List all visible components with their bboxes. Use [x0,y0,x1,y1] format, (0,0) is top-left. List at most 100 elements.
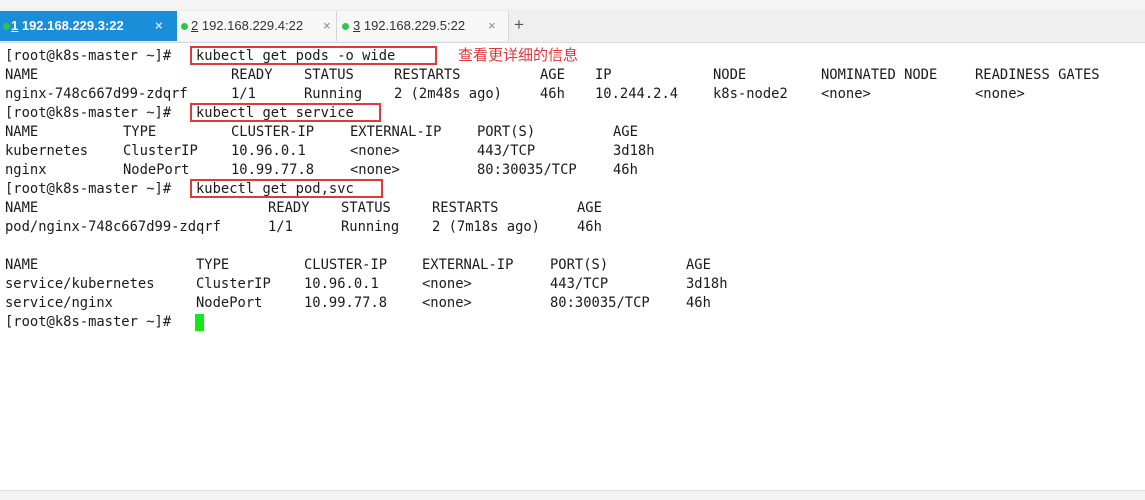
cell-status: Running [341,219,400,235]
tab-2-label: 2 192.168.229.4:22 [191,18,304,33]
cell-age: 46h [686,295,711,311]
cell-node: k8s-node2 [713,86,788,102]
annotation-note: 查看更详细的信息 [458,46,579,64]
shell-prompt: [root@k8s-master ~]# [5,314,172,330]
close-icon[interactable]: × [488,11,496,41]
header-restarts: RESTARTS [432,200,499,216]
cell-cluster-ip: 10.99.77.8 [304,295,388,311]
cell-ports: 80:30035/TCP [550,295,650,311]
header-node: NODE [713,67,747,83]
cell-name: nginx [5,162,47,178]
cell-ip: 10.244.2.4 [595,86,679,102]
command-text: kubectl get service [196,105,354,121]
cell-external-ip: <none> [422,295,472,311]
header-name: NAME [5,200,39,216]
shell-prompt: [root@k8s-master ~]# [5,105,172,121]
header-ports: PORT(S) [477,124,536,140]
header-external-ip: EXTERNAL-IP [422,257,514,273]
header-ports: PORT(S) [550,257,609,273]
header-external-ip: EXTERNAL-IP [350,124,442,140]
header-age: AGE [613,124,638,140]
header-nominated-node: NOMINATED NODE [821,67,938,83]
header-ip: IP [595,67,612,83]
header-age: AGE [577,200,602,216]
header-type: TYPE [123,124,157,140]
header-name: NAME [5,67,39,83]
cell-name: service/kubernetes [5,276,155,292]
command-text: kubectl get pod,svc [196,181,354,197]
header-ready: READY [268,200,310,216]
session-tab-3[interactable]: 3 192.168.229.5:22 × [337,11,509,41]
cell-ports: 443/TCP [550,276,609,292]
header-status: STATUS [304,67,354,83]
table-header-row: NAME READY STATUS RESTARTS AGE IP NODE N… [0,66,1140,85]
header-cluster-ip: CLUSTER-IP [304,257,388,273]
session-tab-2[interactable]: 2 192.168.229.4:22 × [177,11,337,41]
cell-ports: 80:30035/TCP [477,162,577,178]
cell-type: NodePort [123,162,190,178]
cell-external-ip: <none> [350,143,400,159]
close-icon[interactable]: × [155,11,163,41]
tab-3-label: 3 192.168.229.5:22 [353,18,466,33]
session-tab-1[interactable]: 1 192.168.229.3:22 × [0,11,177,41]
cell-age: 3d18h [686,276,728,292]
cell-cluster-ip: 10.96.0.1 [304,276,379,292]
cell-name: pod/nginx-748c667d99-zdqrf [5,219,221,235]
terminal-output[interactable]: [root@k8s-master ~]# kubectl get pods -o… [0,45,1145,490]
table-row: nginx NodePort 10.99.77.8 <none> 80:3003… [0,161,1140,180]
cell-name: service/nginx [5,295,113,311]
connected-status-icon [3,23,10,30]
cell-age: 46h [613,162,638,178]
tab-1-label: 1 192.168.229.3:22 [11,18,124,33]
window-bottom-edge [0,490,1145,500]
cell-readiness-gates: <none> [975,86,1025,102]
cell-ready: 1/1 [231,86,256,102]
table-row: pod/nginx-748c667d99-zdqrf 1/1 Running 2… [0,218,1140,237]
shell-prompt: [root@k8s-master ~]# [5,48,172,64]
cell-age: 46h [577,219,602,235]
cell-status: Running [304,86,363,102]
cell-external-ip: <none> [350,162,400,178]
header-status: STATUS [341,200,391,216]
header-readiness-gates: READINESS GATES [975,67,1100,83]
current-prompt-line[interactable]: [root@k8s-master ~]# [0,313,1140,332]
new-tab-button[interactable]: + [510,11,528,41]
header-cluster-ip: CLUSTER-IP [231,124,315,140]
connected-status-icon [181,23,188,30]
command-line: [root@k8s-master ~]# kubectl get pod,svc [0,179,1140,199]
cell-name: kubernetes [5,143,89,159]
header-name: NAME [5,257,39,273]
shell-prompt: [root@k8s-master ~]# [5,181,172,197]
table-header-row: NAME READY STATUS RESTARTS AGE [0,199,1140,218]
cell-ready: 1/1 [268,219,293,235]
cell-age: 46h [540,86,565,102]
command-line: [root@k8s-master ~]# kubectl get pods -o… [0,46,1140,66]
connected-status-icon [342,23,349,30]
header-age: AGE [686,257,711,273]
cell-type: NodePort [196,295,263,311]
window-top-strip [0,0,1145,9]
table-row: service/kubernetes ClusterIP 10.96.0.1 <… [0,275,1140,294]
close-icon[interactable]: × [323,11,331,41]
header-restarts: RESTARTS [394,67,461,83]
header-name: NAME [5,124,39,140]
table-row: kubernetes ClusterIP 10.96.0.1 <none> 44… [0,142,1140,161]
cell-nominated-node: <none> [821,86,871,102]
table-row: service/nginx NodePort 10.99.77.8 <none>… [0,294,1140,313]
cell-ports: 443/TCP [477,143,536,159]
header-age: AGE [540,67,565,83]
cell-restarts: 2 (2m48s ago) [394,86,502,102]
cell-cluster-ip: 10.96.0.1 [231,143,306,159]
table-row: nginx-748c667d99-zdqrf 1/1 Running 2 (2m… [0,85,1140,104]
command-line: [root@k8s-master ~]# kubectl get service [0,103,1140,123]
table-header-row: NAME TYPE CLUSTER-IP EXTERNAL-IP PORT(S)… [0,123,1140,142]
cell-age: 3d18h [613,143,655,159]
cell-cluster-ip: 10.99.77.8 [231,162,315,178]
header-ready: READY [231,67,273,83]
table-header-row: NAME TYPE CLUSTER-IP EXTERNAL-IP PORT(S)… [0,256,1140,275]
cell-name: nginx-748c667d99-zdqrf [5,86,188,102]
command-text: kubectl get pods -o wide [196,48,396,64]
text-cursor [195,314,204,331]
cell-type: ClusterIP [123,143,198,159]
cell-restarts: 2 (7m18s ago) [432,219,540,235]
